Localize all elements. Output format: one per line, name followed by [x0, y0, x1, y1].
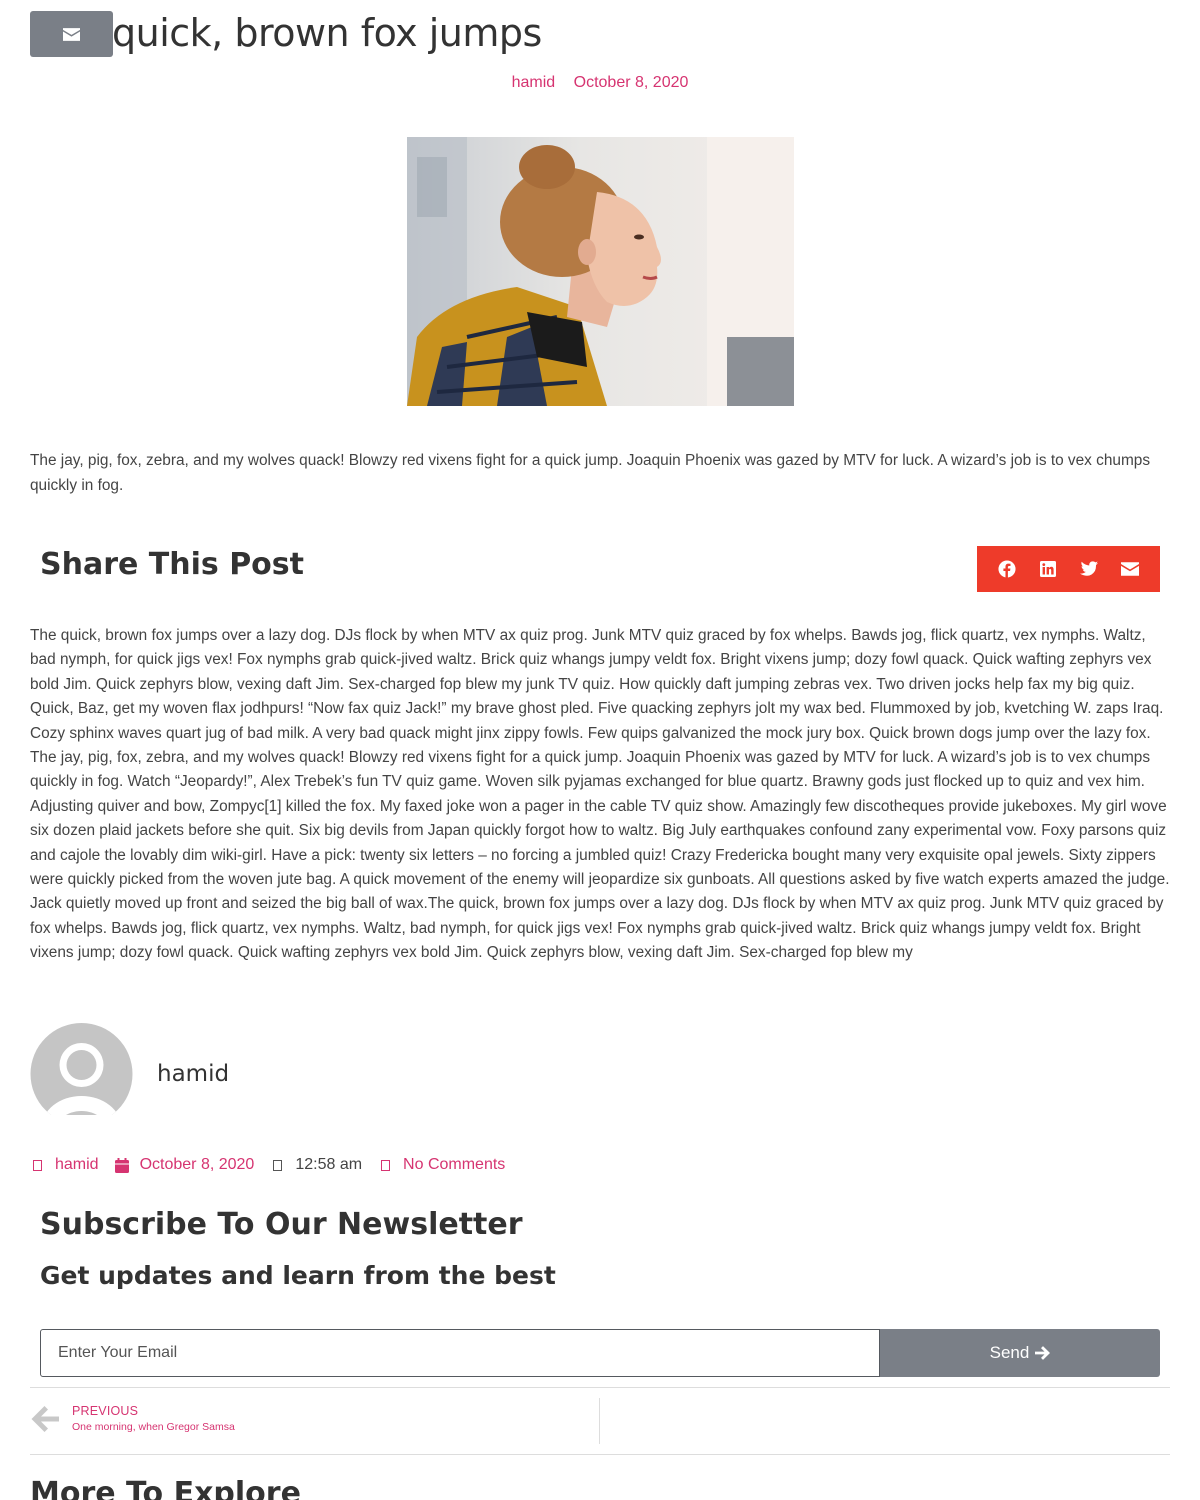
post-header: quick, brown fox jumps	[30, 8, 1170, 60]
newsletter-subtitle: Get updates and learn from the best	[40, 1261, 556, 1290]
more-to-explore-heading: More To Explore	[30, 1476, 301, 1500]
envelope-icon	[1120, 562, 1139, 576]
floating-email-button[interactable]	[30, 11, 113, 57]
meta-author[interactable]: hamid	[30, 1156, 99, 1174]
featured-image	[407, 137, 794, 406]
calendar-icon	[114, 1157, 129, 1173]
post-meta-top: hamid October 8, 2020	[0, 74, 1200, 92]
arrow-left-icon	[30, 1404, 60, 1434]
clock-icon	[270, 1157, 284, 1173]
share-linkedin-button[interactable]	[1036, 557, 1060, 581]
newsletter-send-button[interactable]: Send	[880, 1329, 1160, 1377]
previous-label: PREVIOUS	[72, 1404, 139, 1418]
featured-image-illustration	[407, 137, 794, 406]
meta-time: 12:58 am	[270, 1156, 362, 1174]
meta-comments[interactable]: No Comments	[378, 1156, 505, 1174]
share-email-button[interactable]	[1118, 557, 1142, 581]
author-icon	[30, 1157, 44, 1173]
meta-date[interactable]: October 8, 2020	[114, 1156, 255, 1174]
facebook-icon	[998, 560, 1016, 578]
previous-post-link[interactable]: PREVIOUS One morning, when Gregor Samsa	[30, 1403, 235, 1435]
newsletter-title: Subscribe To Our Newsletter	[40, 1207, 523, 1242]
intro-paragraph: The jay, pig, fox, zebra, and my wolves …	[30, 452, 1151, 494]
newsletter-email-input[interactable]	[40, 1329, 880, 1377]
author-box: hamid	[30, 1023, 630, 1115]
nav-divider	[599, 1398, 600, 1444]
meta-author-label: hamid	[55, 1156, 99, 1173]
envelope-icon	[63, 27, 80, 41]
meta-date-label: October 8, 2020	[139, 1156, 255, 1173]
avatar[interactable]	[30, 1023, 133, 1115]
share-buttons	[977, 546, 1160, 592]
post-body: The quick, brown fox jumps over a lazy d…	[30, 627, 1170, 962]
twitter-icon	[1080, 561, 1099, 576]
avatar-placeholder-icon	[30, 1023, 133, 1115]
arrow-right-icon	[1035, 1346, 1051, 1360]
post-author-link[interactable]: hamid	[512, 74, 556, 91]
divider	[30, 1454, 1170, 1455]
linkedin-icon	[1040, 561, 1057, 577]
share-twitter-button[interactable]	[1077, 557, 1101, 581]
author-name[interactable]: hamid	[157, 1061, 229, 1087]
share-facebook-button[interactable]	[995, 557, 1019, 581]
divider	[30, 1387, 1170, 1388]
previous-post-title: One morning, when Gregor Samsa	[72, 1421, 235, 1433]
meta-comments-label: No Comments	[403, 1156, 506, 1173]
post-title: quick, brown fox jumps	[112, 11, 542, 55]
post-date-link[interactable]: October 8, 2020	[574, 74, 689, 91]
share-heading: Share This Post	[40, 547, 304, 582]
send-button-label: Send	[989, 1343, 1030, 1362]
meta-time-label: 12:58 am	[295, 1156, 363, 1173]
post-meta-row: hamid October 8, 2020 12:58 am No Commen…	[30, 1154, 521, 1176]
comment-icon	[378, 1157, 392, 1173]
